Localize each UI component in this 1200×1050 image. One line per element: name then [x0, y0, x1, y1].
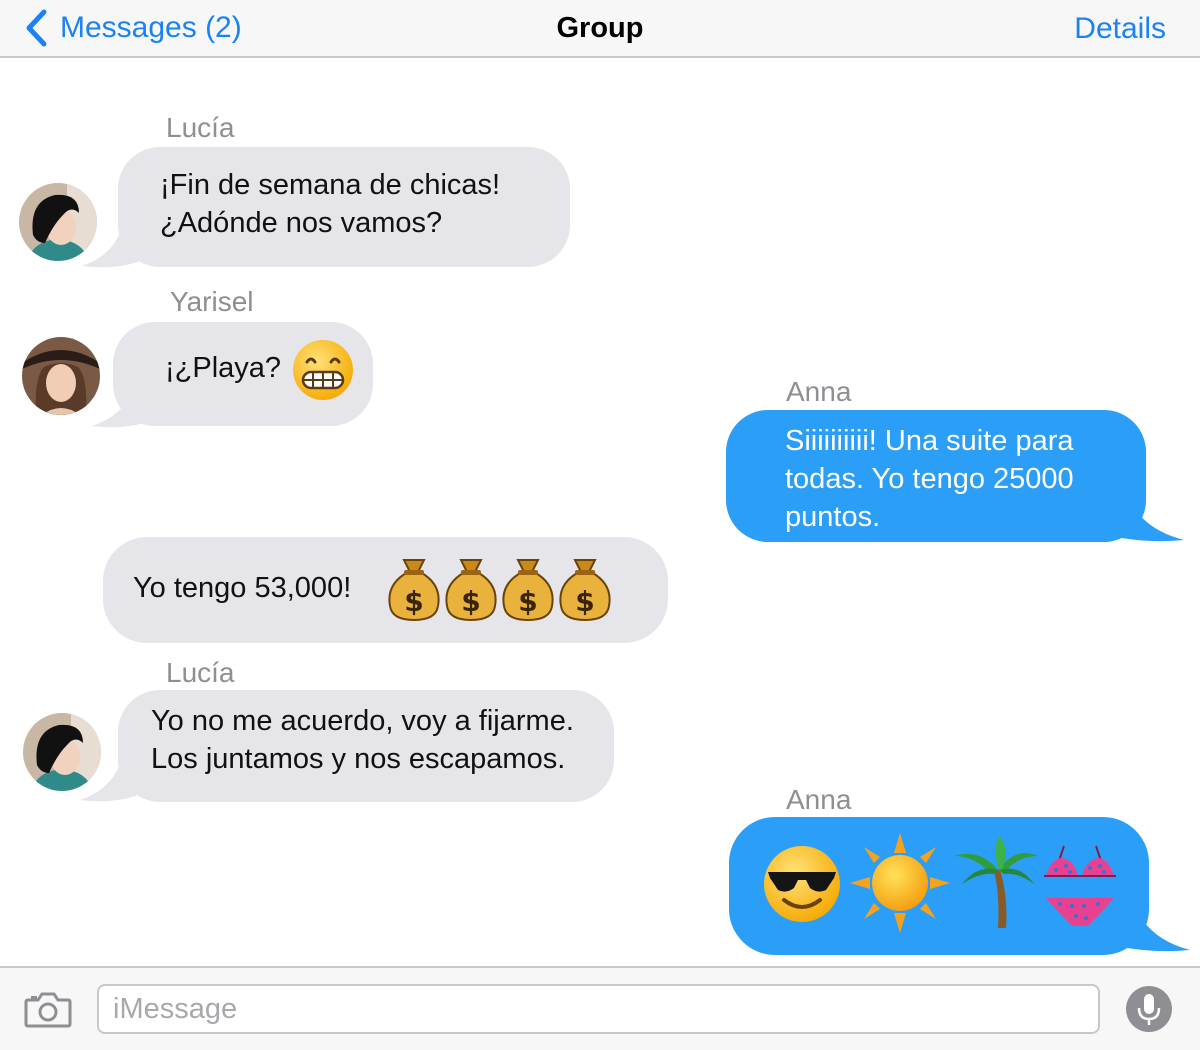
smiling-face-with-sunglasses-icon	[760, 842, 844, 926]
camera-icon[interactable]	[24, 990, 72, 1033]
bikini-icon	[1040, 842, 1120, 930]
message-text: ¿Adónde nos vamos?	[160, 207, 443, 239]
navigation-bar: Messages (2) Group Details	[0, 0, 1200, 58]
money-bag-icon: $	[386, 554, 442, 622]
microphone-icon[interactable]	[1126, 986, 1172, 1037]
yarisel-avatar[interactable]	[22, 337, 100, 415]
svg-text:$: $	[518, 585, 537, 618]
sender-name: Yarisel	[170, 286, 254, 317]
imessage-input[interactable]	[97, 984, 1100, 1034]
svg-text:$: $	[575, 585, 594, 618]
money-bag-icon: $	[557, 554, 613, 622]
sender-name: Anna	[786, 784, 852, 815]
svg-text:$: $	[404, 585, 423, 618]
message-bubble[interactable]: Siiiiiiiiii! Una suite para todas. Yo te…	[726, 410, 1146, 542]
sun-icon	[848, 831, 952, 935]
compose-bar	[0, 966, 1200, 1050]
message-text: Siiiiiiiiii! Una suite para	[785, 425, 1074, 457]
details-button[interactable]: Details	[1074, 12, 1166, 46]
sender-name: Lucía	[166, 657, 235, 688]
message-bubble[interactable]: ¡Fin de semana de chicas! ¿Adónde nos va…	[118, 147, 570, 267]
conversation-title: Group	[556, 12, 644, 44]
grimacing-face-icon	[291, 338, 355, 402]
message-text: Yo no me acuerdo, voy a fijarme.	[151, 705, 574, 737]
palm-tree-icon	[950, 834, 1040, 930]
svg-text:$: $	[461, 585, 480, 618]
message-text: puntos.	[785, 501, 881, 533]
sender-name: Lucía	[166, 112, 235, 143]
message-text: todas. Yo tengo 25000	[785, 463, 1074, 495]
sender-name: Anna	[786, 376, 852, 407]
message-text: Los juntamos y nos escapamos.	[151, 743, 566, 775]
message-bubble[interactable]: Yo no me acuerdo, voy a fijarme. Los jun…	[118, 690, 614, 802]
money-bag-icon: $	[500, 554, 556, 622]
money-bag-icon: $	[443, 554, 499, 622]
message-text: ¡Fin de semana de chicas!	[160, 169, 501, 201]
